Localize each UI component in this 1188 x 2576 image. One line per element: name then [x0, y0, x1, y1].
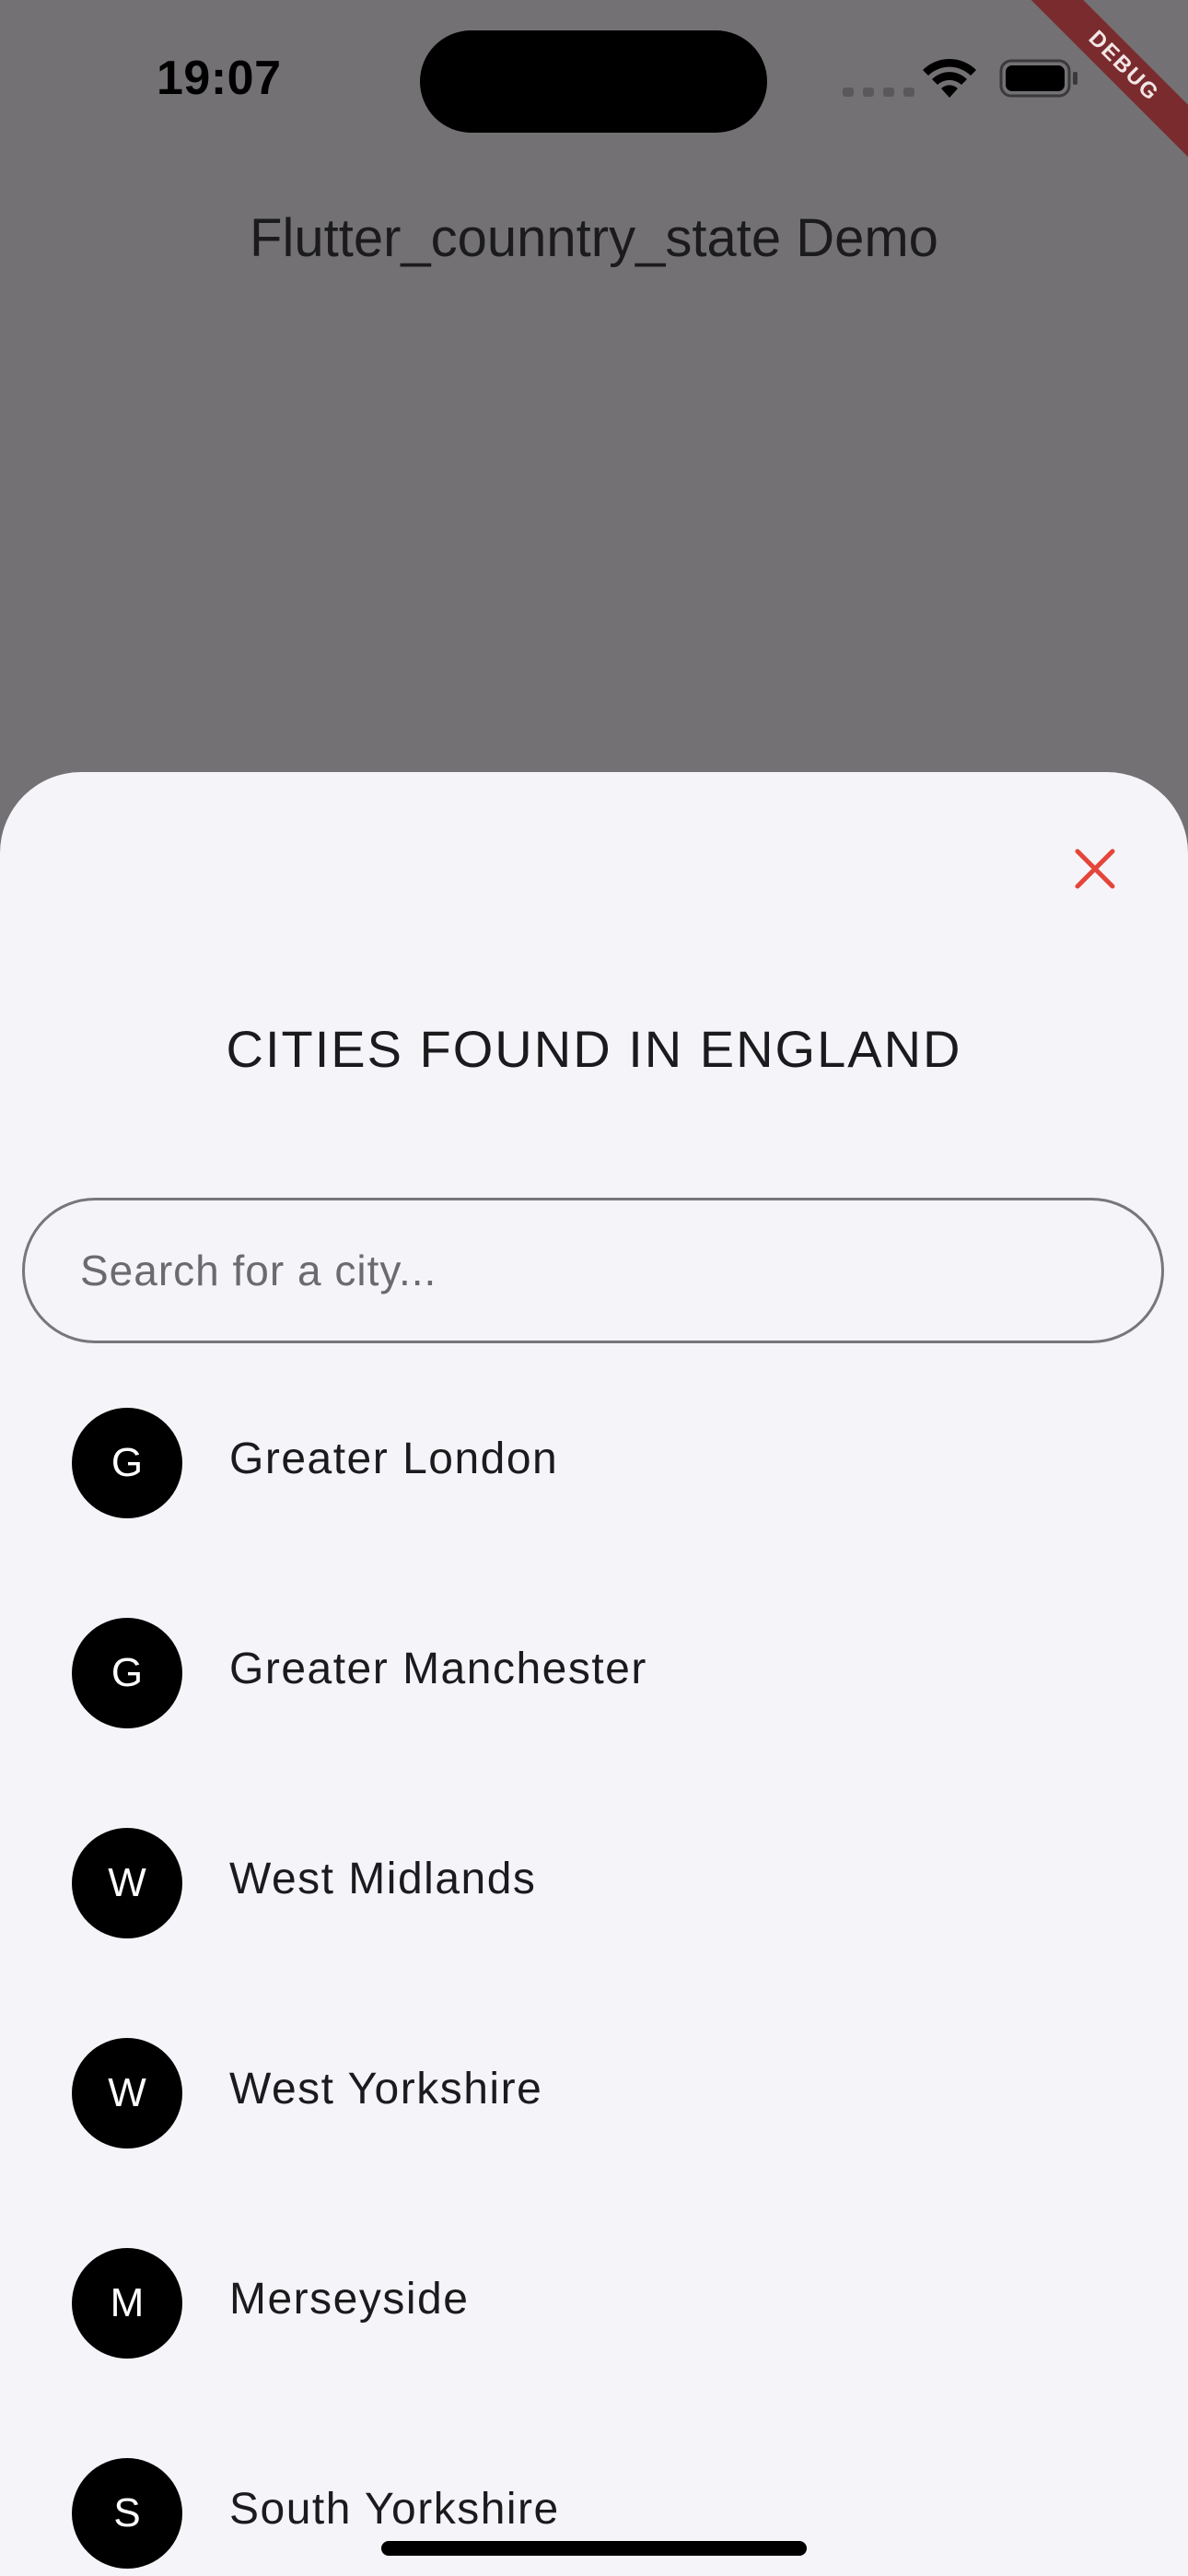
status-time: 19:07	[157, 52, 282, 105]
list-item[interactable]: M Merseyside	[0, 2200, 1188, 2410]
avatar: W	[72, 2038, 182, 2149]
debug-banner-label: DEBUG	[1012, 0, 1188, 178]
sheet-title: CITIES FOUND IN ENGLAND	[226, 1020, 962, 1078]
city-name: West Yorkshire	[229, 2065, 543, 2113]
list-item[interactable]: W West Yorkshire	[0, 1990, 1188, 2200]
avatar: G	[72, 1408, 182, 1518]
avatar: G	[72, 1618, 182, 1728]
avatar: M	[72, 2248, 182, 2359]
city-name: West Midlands	[229, 1855, 537, 1903]
city-picker-sheet: CITIES FOUND IN ENGLAND G Greater London…	[0, 772, 1188, 2576]
debug-banner: DEBUG	[1004, 0, 1188, 184]
city-list: G Greater London G Greater Manchester W …	[0, 1360, 1188, 2576]
city-name: Greater London	[229, 1434, 559, 1483]
list-item[interactable]: G Greater London	[0, 1360, 1188, 1570]
wifi-icon	[923, 58, 976, 98]
list-item[interactable]: W West Midlands	[0, 1780, 1188, 1990]
city-name: Merseyside	[229, 2275, 470, 2324]
city-name: Greater Manchester	[229, 1645, 647, 1693]
city-name: South Yorkshire	[229, 2485, 560, 2534]
close-button[interactable]	[1068, 842, 1122, 896]
dynamic-island	[420, 30, 767, 133]
city-search-input[interactable]	[22, 1198, 1164, 1343]
avatar: S	[72, 2458, 182, 2569]
close-icon	[1075, 849, 1115, 889]
avatar: W	[72, 1828, 182, 1938]
list-item[interactable]: G Greater Manchester	[0, 1570, 1188, 1780]
home-indicator[interactable]	[381, 2541, 807, 2556]
app-bar-title: Flutter_counntry_state Demo	[250, 208, 938, 268]
cellular-signal-icon	[843, 88, 914, 97]
